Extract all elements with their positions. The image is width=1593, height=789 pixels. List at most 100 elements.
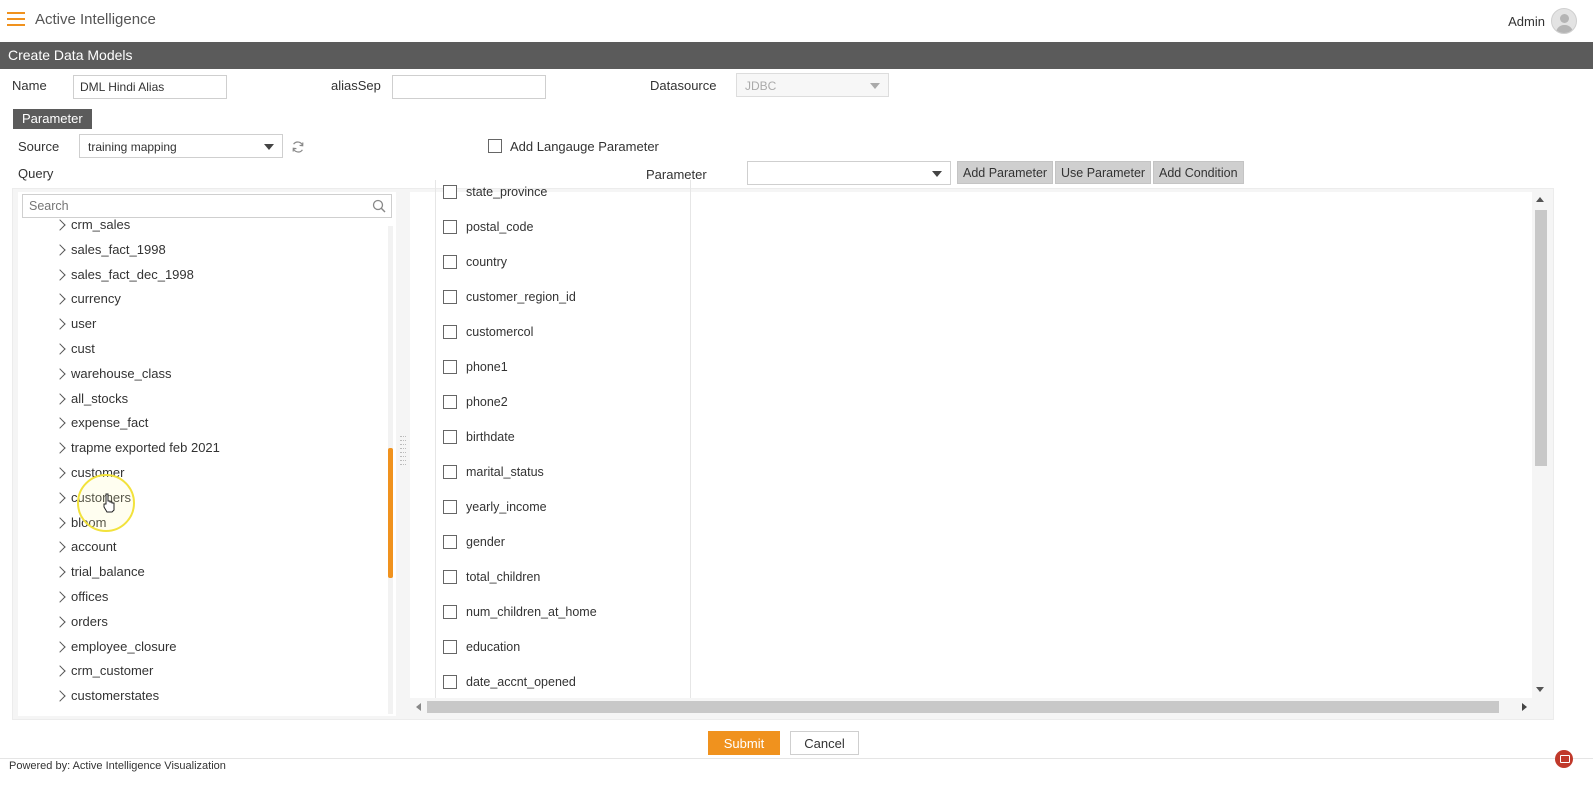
- chevron-right-icon[interactable]: [54, 318, 66, 330]
- tree-item[interactable]: employee_closure: [18, 638, 378, 658]
- name-input[interactable]: [73, 75, 227, 99]
- chevron-right-icon[interactable]: [54, 665, 66, 678]
- chevron-right-icon[interactable]: [54, 442, 66, 454]
- chevron-right-icon[interactable]: [54, 566, 66, 578]
- column-checkbox[interactable]: [443, 430, 457, 444]
- tree-item[interactable]: offices: [18, 588, 378, 608]
- column-checkbox[interactable]: [443, 570, 457, 584]
- chevron-right-icon[interactable]: [54, 392, 66, 405]
- tree-item[interactable]: bloom: [18, 514, 378, 534]
- column-item[interactable]: customer_region_id: [436, 286, 690, 308]
- add-condition-button[interactable]: Add Condition: [1153, 161, 1244, 184]
- chevron-right-icon[interactable]: [54, 541, 66, 554]
- tree-item[interactable]: cust: [18, 340, 378, 360]
- parameter-select[interactable]: [747, 161, 951, 185]
- chat-icon[interactable]: [1555, 750, 1573, 768]
- column-checkbox[interactable]: [443, 290, 457, 304]
- tree-item[interactable]: trial_balance: [18, 563, 378, 583]
- chevron-right-icon[interactable]: [54, 244, 66, 256]
- datasource-select[interactable]: JDBC: [736, 73, 889, 97]
- cancel-button[interactable]: Cancel: [790, 731, 859, 755]
- panel-splitter-handle[interactable]: [400, 436, 406, 470]
- column-label: yearly_income: [466, 500, 547, 514]
- tree-item[interactable]: sales_fact_dec_1998: [18, 266, 378, 286]
- column-item[interactable]: marital_status: [436, 461, 690, 483]
- datasource-value: JDBC: [745, 79, 777, 93]
- tree-item[interactable]: account: [18, 538, 378, 558]
- column-checkbox[interactable]: [443, 395, 457, 409]
- chevron-right-icon[interactable]: [54, 492, 66, 504]
- column-item[interactable]: phone1: [436, 356, 690, 378]
- column-item[interactable]: state_province: [436, 181, 690, 203]
- column-checkbox[interactable]: [443, 605, 457, 619]
- tree-item[interactable]: customer: [18, 464, 378, 484]
- column-checkbox[interactable]: [443, 360, 457, 374]
- column-checkbox[interactable]: [443, 675, 457, 689]
- column-item[interactable]: phone2: [436, 391, 690, 413]
- use-parameter-button[interactable]: Use Parameter: [1055, 161, 1152, 184]
- scroll-right-icon[interactable]: [1522, 703, 1527, 711]
- chevron-right-icon[interactable]: [54, 417, 66, 430]
- chevron-right-icon[interactable]: [54, 343, 66, 355]
- chevron-right-icon[interactable]: [54, 467, 66, 479]
- tree-item[interactable]: crm_customer: [18, 662, 378, 682]
- column-label: customer_region_id: [466, 290, 576, 304]
- column-checkbox[interactable]: [443, 535, 457, 549]
- source-select[interactable]: training mapping: [79, 134, 283, 158]
- tree-scrollbar-thumb[interactable]: [388, 448, 393, 578]
- tree-item[interactable]: customerstates: [18, 687, 378, 707]
- tree-item[interactable]: user: [18, 315, 378, 335]
- column-item[interactable]: customercol: [436, 321, 690, 343]
- user-name[interactable]: Admin: [1508, 14, 1545, 29]
- chevron-right-icon[interactable]: [54, 640, 66, 653]
- column-item[interactable]: total_children: [436, 566, 690, 588]
- chevron-right-icon[interactable]: [54, 219, 66, 231]
- chevron-right-icon[interactable]: [54, 616, 66, 628]
- horizontal-scrollbar-thumb[interactable]: [427, 701, 1499, 713]
- tree-item[interactable]: warehouse_class: [18, 365, 378, 385]
- avatar-icon[interactable]: [1551, 8, 1577, 34]
- column-item[interactable]: postal_code: [436, 216, 690, 238]
- chevron-right-icon[interactable]: [54, 591, 66, 603]
- submit-button[interactable]: Submit: [708, 731, 780, 755]
- add-language-parameter-checkbox[interactable]: [488, 139, 502, 153]
- column-item[interactable]: birthdate: [436, 426, 690, 448]
- column-checkbox[interactable]: [443, 185, 457, 199]
- tree-item[interactable]: customers: [18, 489, 378, 509]
- chevron-right-icon[interactable]: [54, 268, 66, 281]
- vertical-scrollbar-thumb[interactable]: [1535, 210, 1547, 466]
- scroll-left-icon[interactable]: [416, 703, 421, 711]
- column-checkbox[interactable]: [443, 255, 457, 269]
- column-item[interactable]: num_children_at_home: [436, 601, 690, 623]
- column-checkbox[interactable]: [443, 220, 457, 234]
- column-checkbox[interactable]: [443, 325, 457, 339]
- column-checkbox[interactable]: [443, 500, 457, 514]
- column-checkbox[interactable]: [443, 465, 457, 479]
- column-item[interactable]: education: [436, 636, 690, 658]
- alias-sep-input[interactable]: [392, 75, 546, 99]
- hamburger-menu-icon[interactable]: [7, 12, 25, 26]
- tree-item[interactable]: orders: [18, 613, 378, 633]
- column-item[interactable]: country: [436, 251, 690, 273]
- refresh-icon[interactable]: [291, 140, 305, 154]
- column-item[interactable]: yearly_income: [436, 496, 690, 518]
- tree-item[interactable]: expense_fact: [18, 414, 378, 434]
- column-item[interactable]: date_accnt_opened: [436, 671, 690, 693]
- tree-item[interactable]: trapme exported feb 2021: [18, 439, 378, 459]
- chevron-right-icon[interactable]: [54, 293, 66, 306]
- tree-item[interactable]: all_stocks: [18, 390, 378, 410]
- tree-item[interactable]: currency: [18, 290, 378, 310]
- tree-item[interactable]: sales_fact_1998: [18, 241, 378, 261]
- scroll-down-icon[interactable]: [1536, 687, 1544, 692]
- chevron-right-icon[interactable]: [54, 690, 66, 702]
- add-parameter-button[interactable]: Add Parameter: [957, 161, 1054, 184]
- column-checkbox[interactable]: [443, 640, 457, 654]
- column-item[interactable]: gender: [436, 531, 690, 553]
- scroll-up-icon[interactable]: [1536, 197, 1544, 202]
- search-icon[interactable]: [372, 199, 386, 213]
- search-input[interactable]: [22, 194, 392, 218]
- tree-item[interactable]: crm_sales: [18, 219, 378, 236]
- chevron-right-icon[interactable]: [54, 516, 66, 529]
- tab-parameter[interactable]: Parameter: [13, 109, 92, 129]
- chevron-right-icon[interactable]: [54, 368, 66, 380]
